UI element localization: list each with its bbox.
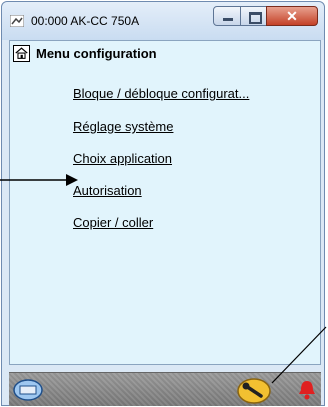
window-title: 00:000 AK-CC 750A bbox=[31, 14, 140, 28]
maximize-button[interactable] bbox=[240, 6, 267, 26]
menu-panel: Menu configuration Bloque / débloque con… bbox=[9, 40, 321, 365]
pointer-arrow bbox=[0, 174, 78, 186]
menu-item-autorisation[interactable]: Autorisation bbox=[73, 183, 142, 198]
menu-item-bloque-debloque[interactable]: Bloque / débloque configurat... bbox=[73, 86, 249, 101]
device-icon[interactable] bbox=[13, 379, 43, 401]
menu-item-copier-coller[interactable]: Copier / coller bbox=[73, 215, 153, 230]
close-icon: ✕ bbox=[286, 7, 298, 24]
title-bar[interactable]: 00:000 AK-CC 750A ✕ bbox=[2, 2, 324, 40]
wrench-icon[interactable] bbox=[237, 378, 271, 404]
home-icon[interactable] bbox=[13, 45, 30, 62]
close-button[interactable]: ✕ bbox=[266, 6, 318, 26]
page-title: Menu configuration bbox=[36, 46, 157, 61]
menu-item-reglage-systeme[interactable]: Réglage système bbox=[73, 119, 173, 134]
menu-header: Menu configuration bbox=[11, 44, 320, 64]
minimize-button[interactable] bbox=[213, 6, 241, 26]
pointer-line bbox=[271, 326, 327, 384]
menu-item-choix-application[interactable]: Choix application bbox=[73, 151, 172, 166]
app-icon bbox=[10, 15, 24, 27]
